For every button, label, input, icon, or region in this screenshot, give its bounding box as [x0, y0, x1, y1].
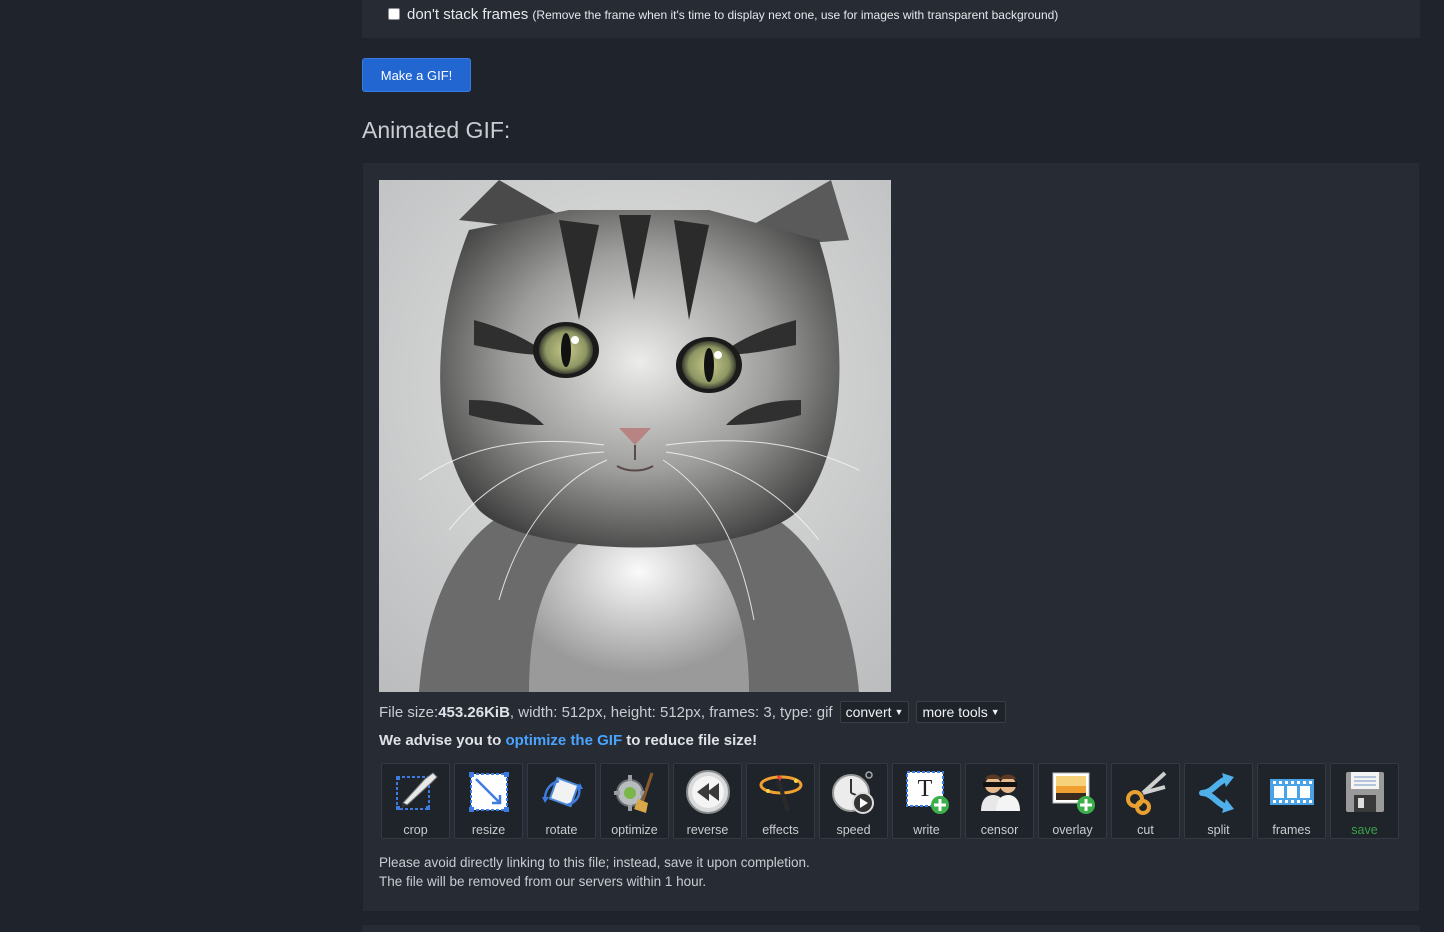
overlay-icon	[1049, 768, 1097, 816]
tool-write[interactable]: T write	[892, 763, 961, 839]
tool-frames[interactable]: frames	[1257, 763, 1326, 839]
censor-icon	[976, 768, 1024, 816]
tool-label: censor	[980, 823, 1019, 837]
file-size-value: 453.26KiB	[438, 703, 510, 721]
tool-resize[interactable]: resize	[454, 763, 523, 839]
tool-label: crop	[403, 823, 428, 837]
resize-icon	[465, 768, 513, 816]
save-icon	[1341, 768, 1389, 816]
tool-cut[interactable]: cut	[1111, 763, 1180, 839]
tool-label: split	[1207, 823, 1230, 837]
convert-label: convert	[845, 704, 892, 720]
tool-label: cut	[1137, 823, 1154, 837]
tool-label: effects	[762, 823, 799, 837]
tool-effects[interactable]: effects	[746, 763, 815, 839]
result-panel: File size: 453.26KiB, width: 512px, heig…	[363, 163, 1419, 911]
optimize-icon	[611, 768, 659, 816]
tool-crop[interactable]: crop	[381, 763, 450, 839]
dont-stack-frames-note: (Remove the frame when it's time to disp…	[532, 8, 1059, 22]
section-title: Animated GIF:	[362, 117, 511, 143]
dont-stack-frames-text: don't stack frames	[407, 6, 529, 23]
more-tools-dropdown[interactable]: more tools ▼	[916, 701, 1006, 723]
options-panel: don't stack frames (Remove the frame whe…	[362, 0, 1420, 38]
advice-text-before: We advise you to	[379, 732, 506, 749]
tool-label: overlay	[1052, 823, 1093, 837]
animated-gif-preview	[379, 180, 891, 692]
frames-icon	[1268, 768, 1316, 816]
crop-icon	[392, 768, 440, 816]
optimize-gif-link[interactable]: optimize the GIF	[505, 732, 622, 749]
tool-label: resize	[471, 823, 506, 837]
tool-label: rotate	[545, 823, 578, 837]
next-panel-edge	[362, 925, 1420, 932]
tool-split[interactable]: split	[1184, 763, 1253, 839]
dont-stack-frames-checkbox[interactable]	[388, 8, 400, 20]
cut-icon	[1122, 768, 1170, 816]
write-icon: T	[903, 768, 951, 816]
tool-overlay[interactable]: overlay	[1038, 763, 1107, 839]
tool-label: frames	[1272, 823, 1311, 837]
tool-label: write	[913, 823, 940, 837]
tool-label: save	[1351, 823, 1378, 837]
more-tools-label: more tools	[922, 704, 988, 720]
effects-icon	[757, 768, 805, 816]
file-details: , width: 512px, height: 512px, frames: 3…	[509, 703, 833, 721]
chevron-down-icon: ▼	[990, 707, 1000, 717]
convert-dropdown[interactable]: convert ▼	[839, 701, 910, 723]
svg-text:T: T	[917, 776, 932, 802]
speed-icon	[830, 768, 878, 816]
make-gif-button[interactable]: Make a GIF!	[362, 58, 471, 92]
file-size-label: File size:	[379, 703, 439, 721]
tool-speed[interactable]: speed	[819, 763, 888, 839]
dont-stack-frames-label[interactable]: don't stack frames (Remove the frame whe…	[407, 6, 1058, 23]
tool-optimize[interactable]: optimize	[600, 763, 669, 839]
optimize-advice: We advise you to optimize the GIF to red…	[379, 732, 757, 749]
notice-line-2: The file will be removed from our server…	[379, 874, 707, 889]
tool-reverse[interactable]: reverse	[673, 763, 742, 839]
advice-text-after: to reduce file size!	[622, 732, 758, 749]
rotate-icon	[538, 768, 586, 816]
tool-save[interactable]: save	[1330, 763, 1399, 839]
file-notice: Please avoid directly linking to this fi…	[379, 853, 810, 891]
tool-rotate[interactable]: rotate	[527, 763, 596, 839]
tool-label: reverse	[686, 823, 729, 837]
file-info: File size: 453.26KiB, width: 512px, heig…	[379, 701, 1006, 723]
chevron-down-icon: ▼	[894, 707, 904, 717]
reverse-icon	[684, 768, 732, 816]
notice-line-1: Please avoid directly linking to this fi…	[379, 855, 810, 870]
split-icon	[1195, 768, 1243, 816]
tool-label: speed	[836, 823, 871, 837]
tools-toolbar: crop resize rotate optimize reverse effe…	[381, 763, 1399, 839]
tool-label: optimize	[611, 823, 658, 837]
tool-censor[interactable]: censor	[965, 763, 1034, 839]
